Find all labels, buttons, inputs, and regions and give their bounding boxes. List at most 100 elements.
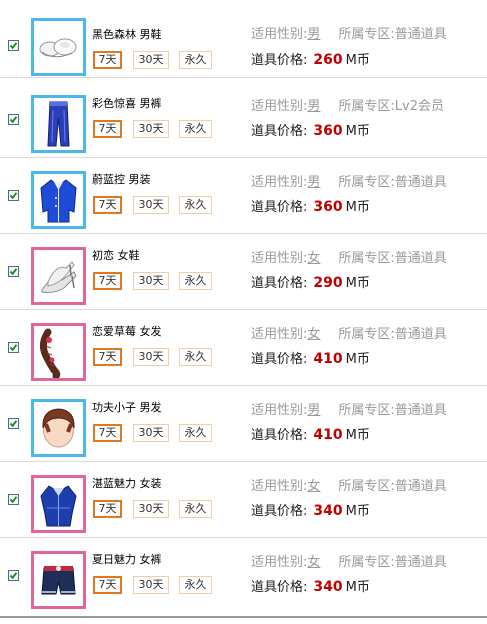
item-attributes: 适用性别:男 所属专区:Lv2会员 <box>251 95 444 114</box>
duration-option[interactable]: 7天 <box>93 348 122 366</box>
item-attributes: 适用性别:男 所属专区:普通道具 <box>251 171 447 190</box>
duration-option[interactable]: 30天 <box>133 348 169 366</box>
item-thumbnail[interactable] <box>31 399 86 457</box>
duration-option[interactable]: 30天 <box>133 196 169 214</box>
duration-option[interactable]: 30天 <box>133 424 169 442</box>
gender-value: 女 <box>307 555 321 570</box>
item-name[interactable]: 恋爱草莓 女发 <box>92 323 162 339</box>
duration-option[interactable]: 30天 <box>133 576 169 594</box>
gender-value: 男 <box>307 99 321 114</box>
item-thumbnail[interactable] <box>31 171 86 229</box>
zone-value: 普通道具 <box>394 403 447 418</box>
gender-label: 适用性别: <box>251 327 308 342</box>
duration-option[interactable]: 30天 <box>133 120 169 138</box>
select-checkbox[interactable] <box>8 570 19 581</box>
item-name[interactable]: 黑色森林 男鞋 <box>92 26 162 42</box>
select-checkbox[interactable] <box>8 418 19 429</box>
gender-label: 适用性别: <box>251 403 308 418</box>
item-attributes: 适用性别:女 所属专区:普通道具 <box>251 551 447 570</box>
currency-label: M币 <box>345 124 370 139</box>
duration-option[interactable]: 永久 <box>179 348 212 366</box>
zone-label: 所属专区: <box>338 479 395 494</box>
price-value: 260 <box>313 52 343 68</box>
item-price: 道具价格: 260 M币 <box>251 49 370 68</box>
item-row: 湛蓝魅力 女装 7天 30天 永久 适用性别:女 所属专区:普通道具 道具价格: 340 M币 <box>0 462 487 538</box>
price-value: 290 <box>313 275 343 291</box>
duration-option[interactable]: 永久 <box>179 51 212 69</box>
zone-label: 所属专区: <box>338 251 395 266</box>
duration-option[interactable]: 30天 <box>133 272 169 290</box>
zone-label: 所属专区: <box>338 327 395 342</box>
zone-label: 所属专区: <box>338 27 395 42</box>
currency-label: M币 <box>345 53 370 68</box>
select-checkbox[interactable] <box>8 114 19 125</box>
item-thumbnail[interactable] <box>31 475 86 533</box>
item-price: 道具价格: 360 M币 <box>251 196 370 215</box>
duration-option[interactable]: 7天 <box>93 196 122 214</box>
select-checkbox[interactable] <box>8 190 19 201</box>
zone-label: 所属专区: <box>338 555 395 570</box>
item-attributes: 适用性别:男 所属专区:普通道具 <box>251 399 447 418</box>
price-label: 道具价格: <box>251 200 308 215</box>
select-checkbox[interactable] <box>8 494 19 505</box>
zone-value: 普通道具 <box>394 479 447 494</box>
duration-option[interactable]: 7天 <box>93 51 122 69</box>
item-thumbnail[interactable] <box>31 95 86 153</box>
item-name[interactable]: 湛蓝魅力 女装 <box>92 475 162 491</box>
duration-option[interactable]: 永久 <box>179 272 212 290</box>
item-price: 道具价格: 340 M币 <box>251 576 370 595</box>
item-name[interactable]: 蔚蓝控 男装 <box>92 171 151 187</box>
duration-option[interactable]: 7天 <box>93 120 122 138</box>
zone-value: 普通道具 <box>394 327 447 342</box>
currency-label: M币 <box>345 276 370 291</box>
duration-option[interactable]: 永久 <box>179 120 212 138</box>
zone-value: 普通道具 <box>394 555 447 570</box>
price-label: 道具价格: <box>251 352 308 367</box>
item-name[interactable]: 功夫小子 男发 <box>92 399 162 415</box>
item-row: 恋爱草莓 女发 7天 30天 永久 适用性别:女 所属专区:普通道具道具价格: 410 M币 <box>0 310 487 386</box>
zone-label: 所属专区: <box>338 403 395 418</box>
duration-option[interactable]: 30天 <box>133 500 169 518</box>
duration-option[interactable]: 7天 <box>93 272 122 290</box>
price-value: 340 <box>313 579 343 595</box>
item-attributes: 适用性别:女 所属专区:普通道具 <box>251 475 447 494</box>
gender-value: 男 <box>307 175 321 190</box>
duration-option[interactable]: 永久 <box>179 424 212 442</box>
gender-label: 适用性别: <box>251 175 308 190</box>
gender-label: 适用性别: <box>251 555 308 570</box>
item-price: 道具价格: 290 M币 <box>251 272 370 291</box>
item-price: 道具价格: 410 M币 <box>251 348 370 367</box>
duration-option[interactable]: 30天 <box>133 51 169 69</box>
item-attributes: 适用性别:女 所属专区:普通道具 <box>251 323 447 342</box>
price-label: 道具价格: <box>251 124 308 139</box>
gender-value: 女 <box>307 327 321 342</box>
duration-option[interactable]: 永久 <box>179 500 212 518</box>
item-thumbnail[interactable] <box>31 247 86 305</box>
price-label: 道具价格: <box>251 428 308 443</box>
duration-option[interactable]: 永久 <box>179 196 212 214</box>
item-list: 黑色森林 男鞋 7天 30天 永久 适用性别:男 所属专区:普通道具 道具价格: 260 M币彩… <box>0 0 487 624</box>
zone-label: 所属专区: <box>338 99 395 114</box>
currency-label: M币 <box>345 504 370 519</box>
item-name[interactable]: 彩色惊喜 男裤 <box>92 95 162 111</box>
duration-option[interactable]: 7天 <box>93 424 122 442</box>
select-checkbox[interactable] <box>8 342 19 353</box>
gender-label: 适用性别: <box>251 479 308 494</box>
item-thumbnail[interactable] <box>31 551 86 609</box>
select-checkbox[interactable] <box>8 266 19 277</box>
price-value: 340 <box>313 503 343 519</box>
duration-option[interactable]: 7天 <box>93 576 122 594</box>
price-label: 道具价格: <box>251 53 308 68</box>
price-label: 道具价格: <box>251 276 308 291</box>
currency-label: M币 <box>345 580 370 595</box>
duration-option[interactable]: 永久 <box>179 576 212 594</box>
item-name[interactable]: 夏日魅力 女裤 <box>92 551 162 567</box>
select-checkbox[interactable] <box>8 40 19 51</box>
item-name[interactable]: 初恋 女鞋 <box>92 247 140 263</box>
item-thumbnail[interactable] <box>31 323 86 381</box>
gender-value: 女 <box>307 479 321 494</box>
item-thumbnail[interactable] <box>31 18 86 76</box>
item-attributes: 适用性别:男 所属专区:普通道具 <box>251 23 447 42</box>
item-row: 蔚蓝控 男装 7天 30天 永久 适用性别:男 所属专区:普通道具 道具价格: 360 M币 <box>0 158 487 234</box>
duration-option[interactable]: 7天 <box>93 500 122 518</box>
